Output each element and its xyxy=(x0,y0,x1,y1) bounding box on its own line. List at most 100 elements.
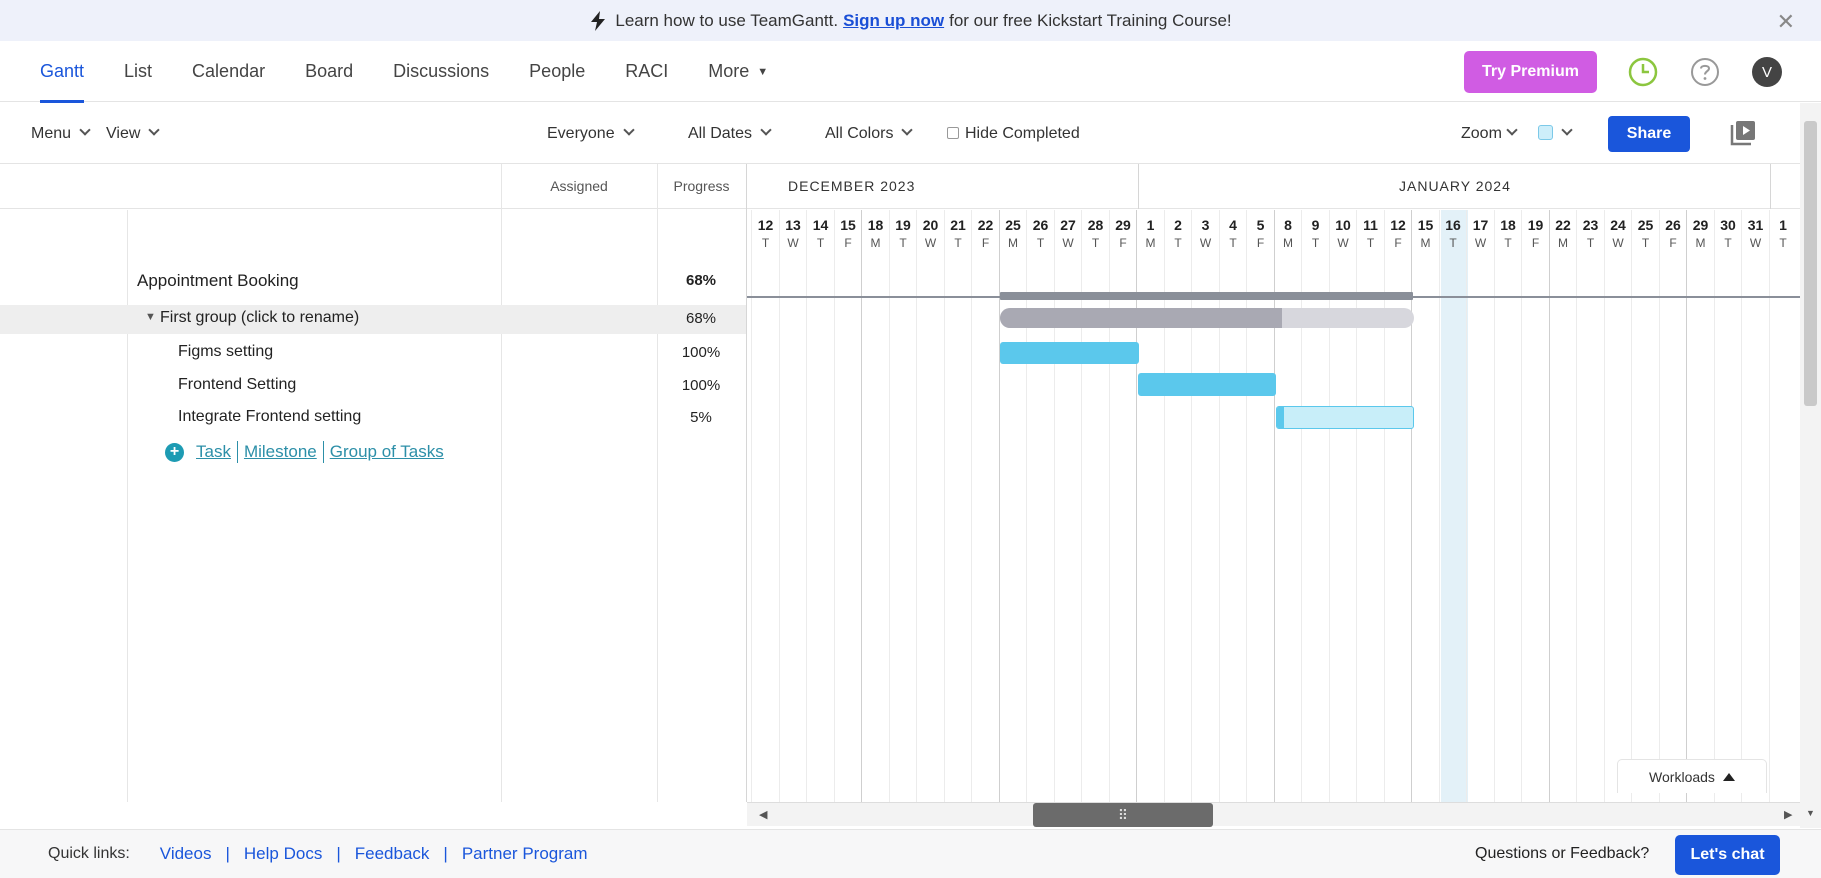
caret-down-icon[interactable]: ▼ xyxy=(145,311,156,323)
day-weekday: T xyxy=(761,236,770,250)
day-number: 16 xyxy=(1445,217,1461,233)
close-icon[interactable]: ✕ xyxy=(1777,9,1795,35)
day-column-label: 28 T xyxy=(1082,216,1109,252)
group-bar[interactable] xyxy=(1000,308,1414,328)
day-number: 24 xyxy=(1610,217,1626,233)
hide-completed-checkbox[interactable] xyxy=(947,127,959,139)
task-name[interactable]: Figms setting xyxy=(178,343,273,361)
day-number: 22 xyxy=(977,217,994,233)
scroll-down-icon[interactable]: ▼ xyxy=(1806,808,1815,818)
plus-icon[interactable]: + xyxy=(165,442,184,462)
feedback-link[interactable]: Feedback xyxy=(355,844,430,864)
day-number: 2 xyxy=(1174,217,1182,233)
day-column-label: 14 T xyxy=(807,216,834,252)
task-bar-integrate[interactable] xyxy=(1276,406,1414,429)
task-bar-frontend[interactable] xyxy=(1138,373,1276,396)
day-weekday: M xyxy=(870,236,881,250)
vertical-scroll-thumb[interactable] xyxy=(1804,121,1817,406)
assigned-column-header[interactable]: Assigned xyxy=(501,164,657,209)
try-premium-button[interactable]: Try Premium xyxy=(1464,51,1597,93)
link-separator: | xyxy=(225,844,230,863)
day-weekday: M xyxy=(1283,236,1293,250)
partner-program-link[interactable]: Partner Program xyxy=(462,844,588,864)
day-column-label: 22 F xyxy=(972,216,999,252)
group-row[interactable]: ▼ First group (click to rename) 68% xyxy=(0,305,746,334)
day-number: 30 xyxy=(1720,217,1736,233)
scroll-right-icon[interactable]: ▶ xyxy=(1784,808,1792,821)
progress-column-header[interactable]: Progress xyxy=(657,164,746,209)
day-number: 11 xyxy=(1363,217,1378,233)
group-name[interactable]: First group (click to rename) xyxy=(160,309,359,327)
add-group-link[interactable]: Group of Tasks xyxy=(324,442,450,462)
tab-list[interactable]: List xyxy=(104,41,172,102)
horizontal-scrollbar[interactable]: ◀ ⠿ ▶ xyxy=(747,802,1800,827)
media-icon[interactable] xyxy=(1729,119,1757,147)
add-milestone-link[interactable]: Milestone xyxy=(238,442,323,462)
day-column-label: 22 M xyxy=(1550,216,1577,252)
column-divider xyxy=(657,164,658,802)
tab-people[interactable]: People xyxy=(509,41,605,102)
day-weekday: T xyxy=(1036,236,1045,250)
help-docs-link[interactable]: Help Docs xyxy=(244,844,322,864)
day-grid-line xyxy=(1686,210,1687,802)
signup-link[interactable]: Sign up now xyxy=(843,11,944,31)
project-name[interactable]: Appointment Booking xyxy=(137,271,299,291)
day-weekday: M xyxy=(1695,236,1706,250)
day-number: 31 xyxy=(1747,217,1764,233)
day-column-label: 20 W xyxy=(917,216,944,252)
color-picker-dropdown[interactable] xyxy=(1538,103,1573,164)
tab-discussions[interactable]: Discussions xyxy=(373,41,509,102)
workloads-toggle[interactable]: Workloads xyxy=(1617,759,1767,793)
tab-board[interactable]: Board xyxy=(285,41,373,102)
task-progress: 5% xyxy=(690,409,712,426)
tab-more[interactable]: More ▼ xyxy=(688,41,788,102)
tab-calendar[interactable]: Calendar xyxy=(172,41,285,102)
clock-icon[interactable] xyxy=(1627,56,1659,88)
task-bar-figms[interactable] xyxy=(1000,342,1139,364)
today-column xyxy=(1441,210,1468,802)
scroll-left-icon[interactable]: ◀ xyxy=(759,808,767,821)
tab-raci[interactable]: RACI xyxy=(605,41,688,102)
dates-label: All Dates xyxy=(688,125,753,142)
day-weekday: F xyxy=(844,236,852,250)
month-label: DECEMBER 2023 xyxy=(788,178,916,194)
day-column-label: 15 F xyxy=(835,216,862,252)
banner-text-after: for our free Kickstart Training Course! xyxy=(949,10,1232,30)
chevron-down-icon xyxy=(622,124,635,136)
colors-filter[interactable]: All Colors xyxy=(825,103,914,164)
month-divider xyxy=(1770,164,1771,209)
hide-completed-toggle[interactable]: Hide Completed xyxy=(947,103,1080,164)
day-number: 8 xyxy=(1284,217,1292,233)
day-weekday: T xyxy=(1174,236,1182,250)
lets-chat-button[interactable]: Let's chat xyxy=(1675,835,1780,875)
day-number: 29 xyxy=(1115,217,1131,233)
tab-gantt[interactable]: Gantt xyxy=(20,41,104,103)
day-number: 25 xyxy=(1005,217,1021,233)
task-name[interactable]: Integrate Frontend setting xyxy=(178,408,361,426)
zoom-dropdown[interactable]: Zoom xyxy=(1461,103,1518,164)
day-column-label: 18 T xyxy=(1495,216,1522,252)
day-number: 14 xyxy=(812,217,829,233)
day-column-label: 4T xyxy=(1220,216,1247,252)
everyone-filter[interactable]: Everyone xyxy=(547,103,635,164)
task-name[interactable]: Frontend Setting xyxy=(178,376,296,394)
day-column-label: 26 F xyxy=(1660,216,1687,252)
avatar[interactable]: V xyxy=(1752,57,1782,87)
day-grid-line xyxy=(806,210,807,802)
day-column-label: 9T xyxy=(1302,216,1329,252)
chevron-down-icon xyxy=(901,124,914,136)
menu-dropdown[interactable]: Menu xyxy=(31,103,91,164)
videos-link[interactable]: Videos xyxy=(160,844,212,864)
share-button[interactable]: Share xyxy=(1608,116,1690,152)
help-icon[interactable] xyxy=(1689,56,1721,88)
vertical-scrollbar[interactable]: ▼ xyxy=(1800,103,1821,828)
view-dropdown[interactable]: View xyxy=(106,103,161,164)
add-task-link[interactable]: Task xyxy=(190,442,237,462)
dates-filter[interactable]: All Dates xyxy=(688,103,772,164)
day-weekday: F xyxy=(1531,236,1540,250)
day-column-label: 13 W xyxy=(780,216,807,252)
task-progress: 100% xyxy=(681,377,721,394)
day-weekday: W xyxy=(1337,236,1349,250)
day-weekday: T xyxy=(1091,236,1100,250)
scroll-thumb[interactable]: ⠿ xyxy=(1033,803,1213,827)
